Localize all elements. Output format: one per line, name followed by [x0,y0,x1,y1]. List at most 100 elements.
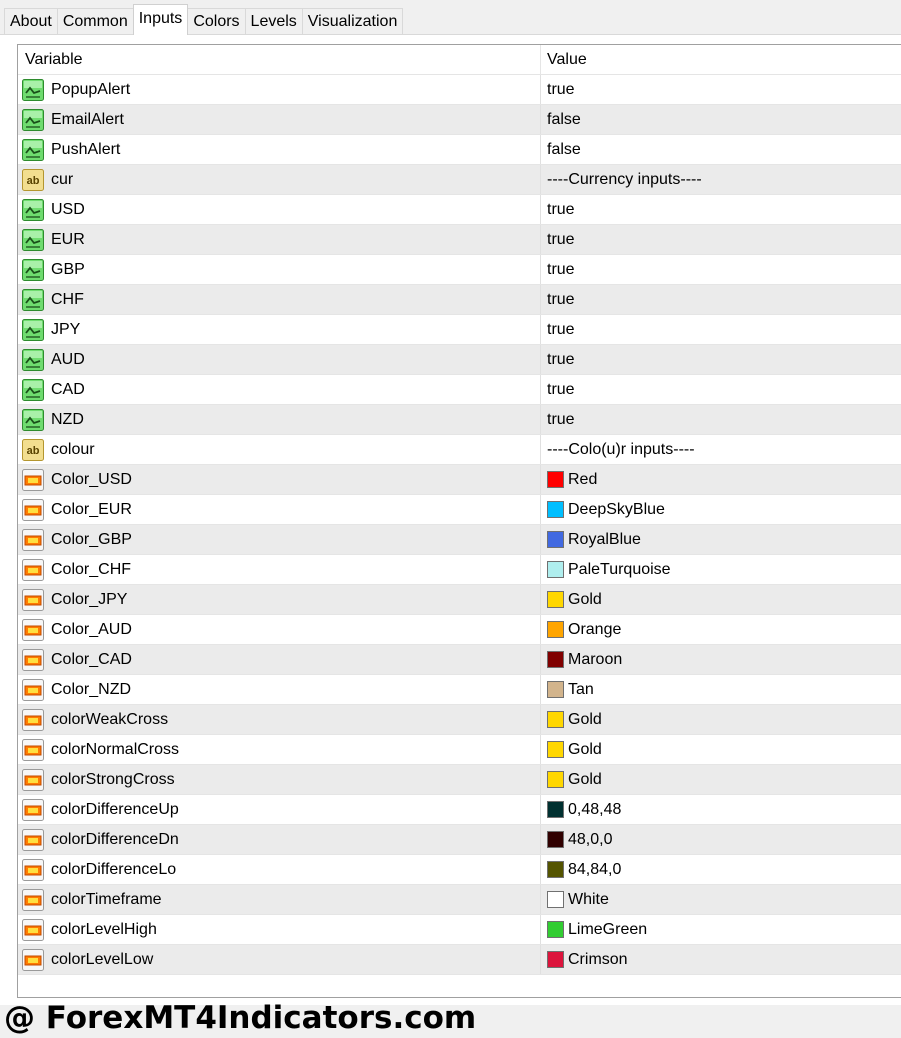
value-cell[interactable]: RoyalBlue [541,525,901,554]
value-cell[interactable]: ----Colo(u)r inputs---- [541,435,901,464]
color-swatch [547,921,564,938]
value-text: Red [568,470,598,488]
value-cell[interactable]: false [541,135,901,164]
variable-cell: CHF [18,285,541,314]
table-row[interactable]: AUD true [18,345,901,375]
value-cell[interactable]: 0,48,48 [541,795,901,824]
table-row[interactable]: colorLevelLow Crimson [18,945,901,975]
table-row[interactable]: JPY true [18,315,901,345]
value-cell[interactable]: true [541,195,901,224]
value-cell[interactable]: ----Currency inputs---- [541,165,901,194]
variable-name: PopupAlert [51,80,131,98]
color-icon [21,918,45,942]
value-cell[interactable]: Crimson [541,945,901,974]
column-header-value[interactable]: Value [541,45,901,74]
variable-name: Color_CHF [51,560,132,578]
table-row[interactable]: Color_NZD Tan [18,675,901,705]
value-cell[interactable]: LimeGreen [541,915,901,944]
value-cell[interactable]: true [541,225,901,254]
variable-name: GBP [51,260,85,278]
table-row[interactable]: Color_GBP RoyalBlue [18,525,901,555]
color-icon [21,888,45,912]
value-cell[interactable]: true [541,315,901,344]
table-row[interactable]: Color_AUD Orange [18,615,901,645]
table-row[interactable]: NZD true [18,405,901,435]
table-row[interactable]: colorDifferenceUp 0,48,48 [18,795,901,825]
table-row[interactable]: Color_JPY Gold [18,585,901,615]
value-cell[interactable]: Gold [541,705,901,734]
value-text: Orange [568,620,622,638]
table-row[interactable]: colorLevelHigh LimeGreen [18,915,901,945]
color-icon [21,858,45,882]
value-cell[interactable]: White [541,885,901,914]
table-row[interactable]: USD true [18,195,901,225]
value-cell[interactable]: true [541,255,901,284]
variable-name: CAD [51,380,85,398]
table-row[interactable]: colorStrongCross Gold [18,765,901,795]
table-row[interactable]: colorDifferenceLo 84,84,0 [18,855,901,885]
variable-cell: Color_JPY [18,585,541,614]
table-row[interactable]: colorWeakCross Gold [18,705,901,735]
value-cell[interactable]: Red [541,465,901,494]
table-row[interactable]: EmailAlert false [18,105,901,135]
variable-name: Color_NZD [51,680,132,698]
value-cell[interactable]: true [541,75,901,104]
value-cell[interactable]: Gold [541,765,901,794]
variable-name: colorDifferenceLo [51,860,177,878]
variable-name: USD [51,200,85,218]
string-icon: ab [21,168,45,192]
tab-colors[interactable]: Colors [187,8,246,35]
value-cell[interactable]: 84,84,0 [541,855,901,884]
table-row[interactable]: PushAlert false [18,135,901,165]
value-cell[interactable]: true [541,405,901,434]
table-row[interactable]: PopupAlert true [18,75,901,105]
table-row[interactable]: ab cur ----Currency inputs---- [18,165,901,195]
tab-inputs[interactable]: Inputs [132,4,189,35]
tab-levels[interactable]: Levels [244,8,303,35]
color-swatch [547,471,564,488]
table-row[interactable]: Color_CAD Maroon [18,645,901,675]
value-cell[interactable]: PaleTurquoise [541,555,901,584]
color-swatch [547,771,564,788]
value-cell[interactable]: true [541,345,901,374]
table-row[interactable]: Color_USD Red [18,465,901,495]
value-cell[interactable]: Gold [541,585,901,614]
value-text: Maroon [568,650,623,668]
value-cell[interactable]: DeepSkyBlue [541,495,901,524]
value-text: true [547,320,575,338]
table-row[interactable]: Color_EUR DeepSkyBlue [18,495,901,525]
tab-about[interactable]: About [4,8,58,35]
value-cell[interactable]: false [541,105,901,134]
bool-icon [21,318,45,342]
value-cell[interactable]: true [541,285,901,314]
table-row[interactable]: CHF true [18,285,901,315]
variable-name: Color_GBP [51,530,132,548]
value-text: Gold [568,710,602,728]
table-row[interactable]: colorNormalCross Gold [18,735,901,765]
variable-name: colorTimeframe [51,890,162,908]
svg-text:ab: ab [27,175,40,187]
variable-cell: AUD [18,345,541,374]
bool-icon [21,228,45,252]
variable-cell: CAD [18,375,541,404]
tab-visualization[interactable]: Visualization [301,8,404,35]
value-cell[interactable]: Maroon [541,645,901,674]
color-icon [21,558,45,582]
table-row[interactable]: GBP true [18,255,901,285]
table-row[interactable]: CAD true [18,375,901,405]
variable-name: PushAlert [51,140,121,158]
value-cell[interactable]: true [541,375,901,404]
color-swatch [547,711,564,728]
inputs-panel: Variable Value PopupAlert true EmailAlert f… [0,34,901,1005]
tab-common[interactable]: Common [56,8,134,35]
column-header-variable[interactable]: Variable [18,45,541,74]
value-cell[interactable]: 48,0,0 [541,825,901,854]
table-row[interactable]: Color_CHF PaleTurquoise [18,555,901,585]
table-row[interactable]: EUR true [18,225,901,255]
value-cell[interactable]: Tan [541,675,901,704]
value-cell[interactable]: Orange [541,615,901,644]
table-row[interactable]: colorTimeframe White [18,885,901,915]
table-row[interactable]: ab colour ----Colo(u)r inputs---- [18,435,901,465]
value-cell[interactable]: Gold [541,735,901,764]
table-row[interactable]: colorDifferenceDn 48,0,0 [18,825,901,855]
